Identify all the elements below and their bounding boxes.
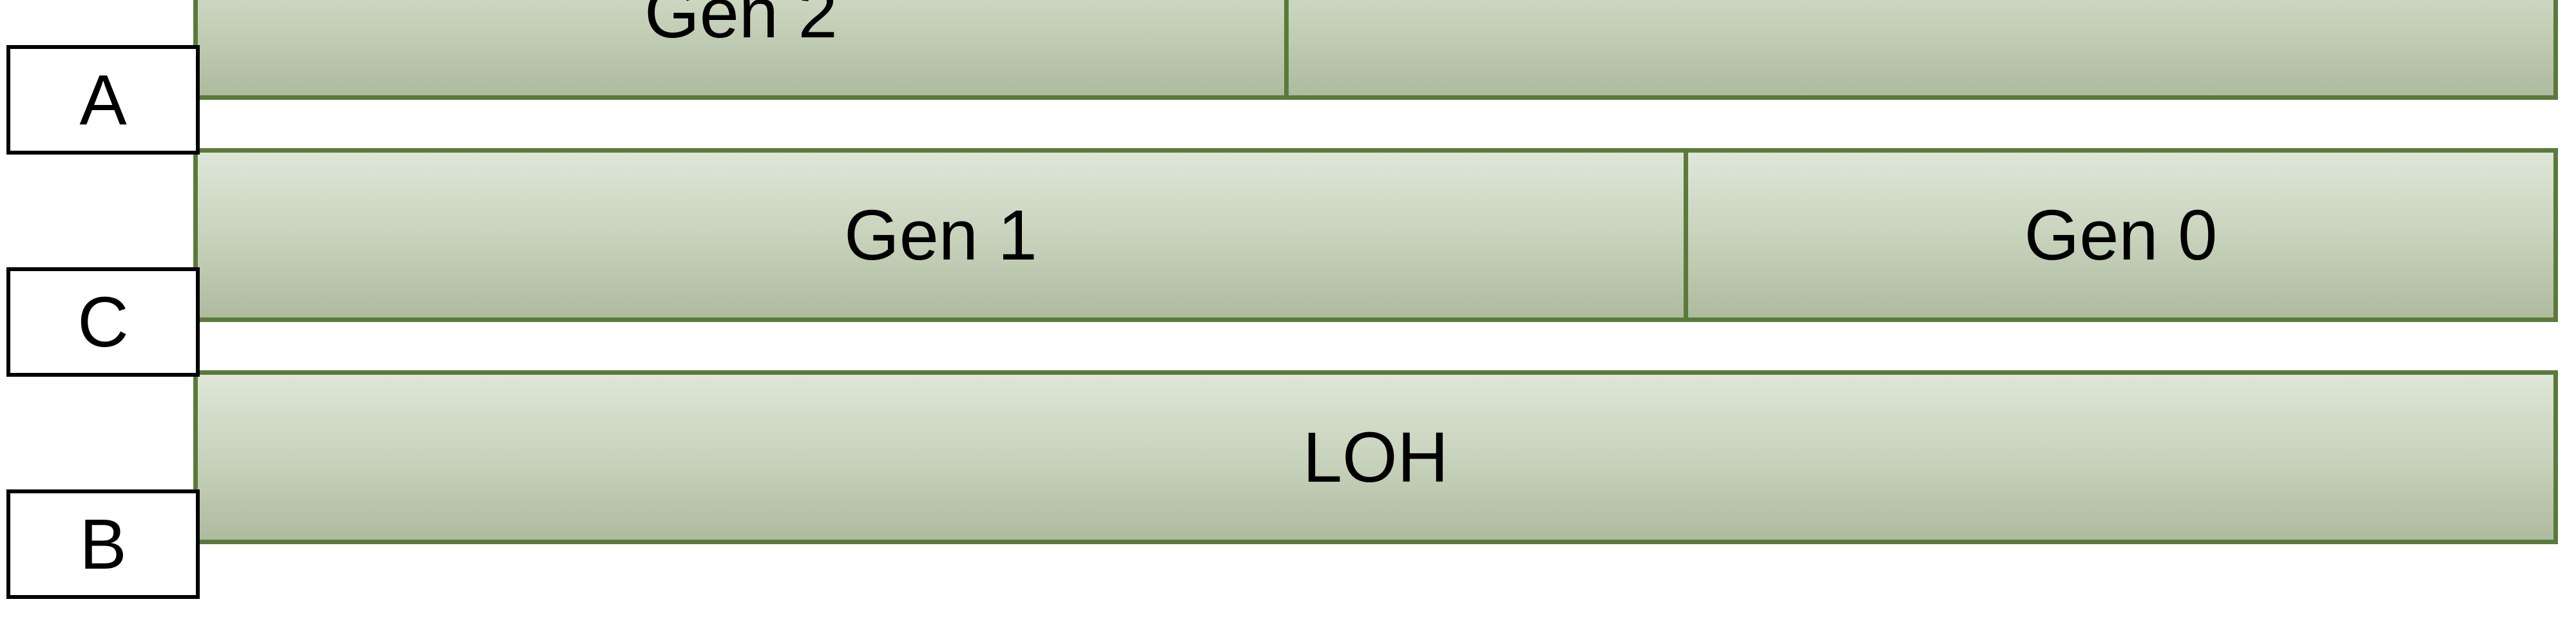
segment-label: Gen 2 [644, 0, 838, 54]
segment-loh: LOH [193, 370, 2558, 544]
row-tab-a: A [6, 45, 200, 155]
segment-label: Gen 1 [844, 194, 1037, 276]
segment-gen1: Gen 1 [193, 148, 1688, 322]
row-tab-c: C [6, 267, 200, 377]
segments-container-c: Gen 1 Gen 0 [193, 148, 2558, 322]
tab-label-text: A [79, 59, 126, 141]
segment-gen2: Gen 2 [193, 0, 1289, 100]
tab-label-text: B [79, 504, 126, 585]
segment-label: Gen 0 [2024, 194, 2218, 276]
segment-gen0: Gen 0 [1688, 148, 2558, 322]
segment-label: LOH [1303, 417, 1448, 498]
segment-empty [1289, 0, 2558, 100]
segments-container-a: Gen 2 [193, 0, 2558, 100]
row-tab-b: B [6, 489, 200, 599]
tab-label-text: C [77, 281, 128, 363]
segments-container-b: LOH [193, 370, 2558, 544]
